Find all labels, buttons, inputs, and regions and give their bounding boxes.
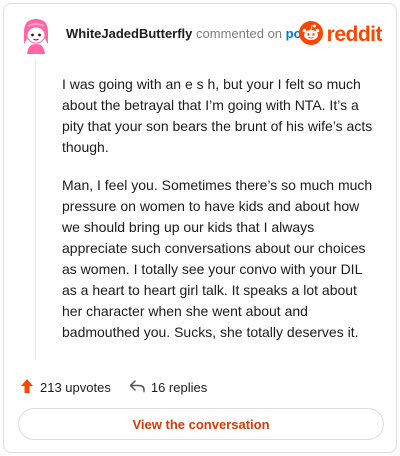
commented-label: commented on [196,26,283,41]
username[interactable]: WhiteJadedButterfly [66,26,192,41]
reddit-snoo-icon [298,20,323,50]
comment-card: WhiteJadedButterfly commented on post re [3,3,397,453]
comment-header: WhiteJadedButterfly commented on post re [16,14,384,58]
comment-body: I was going with an e s h, but your I fe… [62,74,378,360]
thread-line [35,60,36,360]
user-avatar[interactable] [16,14,56,54]
comment-actions: 213 upvotes 16 replies [20,376,207,398]
comment-paragraph-2: Man, I feel you. Sometimes there’s so mu… [62,177,373,340]
reply-count: 16 replies [150,379,208,395]
view-conversation-button[interactable]: View the conversation [18,408,384,440]
header-text: WhiteJadedButterfly commented on post [66,26,313,41]
comment-paragraph-1: I was going with an e s h, but your I fe… [62,76,373,155]
replies-button[interactable]: 16 replies [129,379,207,396]
upvote-arrow-icon [20,378,40,397]
upvote-count: 213 upvotes [40,379,111,395]
reddit-wordmark: reddit [326,23,383,46]
reddit-logo[interactable]: reddit [298,20,383,50]
reply-arrow-icon [129,379,151,396]
upvote-button[interactable]: 213 upvotes [20,378,111,397]
